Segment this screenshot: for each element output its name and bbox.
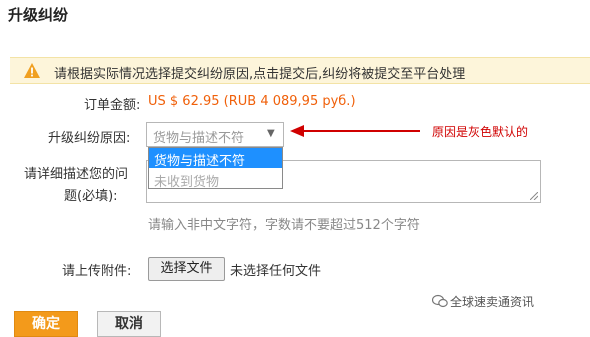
annotation-note: 原因是灰色默认的 (432, 125, 529, 139)
choose-file-button[interactable]: 选择文件 (148, 257, 225, 281)
reason-select[interactable]: 货物与描述不符 ▼ (146, 122, 284, 147)
notice-text: 请根据实际情况选择提交纠纷原因,点击提交后,纠纷将被提交至平台处理 (54, 67, 466, 82)
annotation-arrow-icon (290, 125, 420, 137)
order-amount-label: 订单金额: (84, 98, 141, 113)
watermark-text: 全球速卖通资讯 (450, 295, 535, 309)
chevron-down-icon: ▼ (267, 128, 275, 139)
confirm-button[interactable]: 确定 (14, 311, 78, 337)
file-status: 未选择任何文件 (230, 264, 322, 279)
order-amount-value: US $ 62.95 (RUB 4 089,95 руб.) (148, 94, 356, 109)
attachment-label: 请上传附件: (62, 264, 132, 279)
description-label-line1: 请详细描述您的问 (24, 167, 129, 182)
warning-icon (24, 63, 40, 78)
resize-handle-icon[interactable] (530, 192, 538, 200)
page-title: 升级纠纷 (8, 6, 69, 24)
notice-bar: 请根据实际情况选择提交纠纷原因,点击提交后,纠纷将被提交至平台处理 (10, 57, 590, 84)
reason-select-value: 货物与描述不符 (153, 131, 245, 146)
reason-dropdown-list: 货物与描述不符 未收到货物 (148, 147, 283, 190)
reason-option-selected[interactable]: 货物与描述不符 (149, 148, 282, 169)
wechat-icon (432, 294, 448, 308)
description-label-line2: 题(必填): (64, 189, 118, 204)
description-hint: 请输入非中文字符，字数请不要超过512个字符 (148, 218, 420, 233)
cancel-button[interactable]: 取消 (97, 311, 161, 337)
reason-option[interactable]: 未收到货物 (154, 171, 219, 190)
reason-label: 升级纠纷原因: (48, 131, 131, 146)
